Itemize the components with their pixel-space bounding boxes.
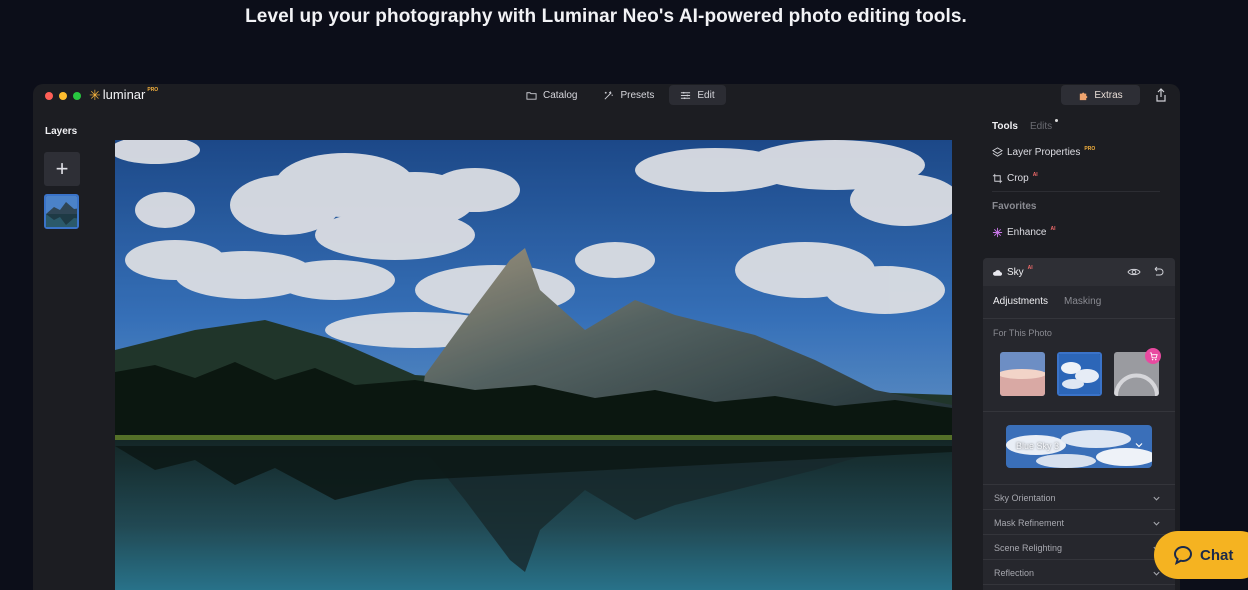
tool-crop[interactable]: Crop AI [992, 171, 1038, 184]
ai-badge: AI [1027, 265, 1033, 271]
sliders-icon [681, 91, 691, 99]
tool-layer-properties[interactable]: Layer Properties PRO [992, 145, 1096, 158]
close-dot[interactable] [45, 92, 53, 100]
tool-enhance-label: Enhance [1007, 227, 1047, 238]
eye-icon[interactable] [1127, 265, 1141, 279]
top-nav: Catalog Presets Edit [515, 85, 726, 105]
sky-option-blue-sky[interactable] [1057, 352, 1102, 396]
divider [983, 484, 1175, 485]
sky-select-dropdown[interactable]: Blue Sky 3 [1006, 425, 1152, 468]
sparkle-icon [992, 227, 1003, 238]
section-sky-orientation[interactable]: Sky Orientation [983, 486, 1175, 510]
section-mask-refinement-label: Mask Refinement [994, 518, 1065, 528]
nav-catalog[interactable]: Catalog [515, 85, 588, 105]
folder-icon [526, 91, 537, 100]
divider [983, 411, 1175, 412]
pro-badge: PRO [147, 86, 159, 93]
sky-subtabs: Adjustments Masking [983, 286, 1175, 307]
divider [983, 509, 1175, 510]
sky-option-sunset[interactable] [1000, 352, 1045, 396]
layer-thumbnail[interactable] [44, 194, 79, 229]
section-reflection[interactable]: Reflection [983, 561, 1175, 585]
tool-enhance[interactable]: Enhance AI [992, 225, 1056, 238]
section-sky-orientation-label: Sky Orientation [994, 493, 1056, 503]
ai-badge: AI [1050, 225, 1056, 232]
nav-edit[interactable]: Edit [669, 85, 726, 105]
section-scene-relighting-label: Scene Relighting [994, 543, 1063, 553]
extras-button[interactable]: Extras [1061, 85, 1140, 105]
brand-name: luminar [102, 87, 146, 102]
favorites-title: Favorites [992, 201, 1037, 212]
plus-icon: + [55, 156, 69, 181]
app-window: ✳ luminar PRO Catalog Presets Edit Extra… [33, 84, 1180, 590]
nav-presets[interactable]: Presets [592, 85, 665, 105]
tool-crop-label: Crop [1007, 173, 1029, 184]
sun-icon: ✳ [89, 86, 101, 103]
chevron-down-icon [1153, 521, 1160, 526]
sky-select-label: Blue Sky 3 [1016, 441, 1060, 451]
section-scene-relighting[interactable]: Scene Relighting [983, 536, 1175, 560]
sky-title: Sky [1007, 266, 1024, 278]
app-logo: ✳ luminar PRO [89, 86, 159, 103]
crop-icon [992, 173, 1003, 184]
tab-masking[interactable]: Masking [1064, 296, 1101, 307]
share-icon[interactable] [1154, 88, 1168, 102]
chevron-down-icon [1135, 443, 1143, 448]
extras-label: Extras [1094, 89, 1123, 101]
cart-icon[interactable] [1145, 348, 1161, 364]
chevron-down-icon [1153, 496, 1160, 501]
divider [983, 534, 1175, 535]
layers-icon [992, 147, 1003, 157]
sky-option-blue-sky-image [1059, 354, 1100, 394]
chat-button[interactable]: Chat [1154, 531, 1248, 579]
reset-icon[interactable] [1151, 265, 1165, 279]
zoom-dot[interactable] [73, 92, 81, 100]
layers-title: Layers [45, 126, 78, 137]
divider [983, 559, 1175, 560]
sky-option-sunset-image [1000, 352, 1045, 396]
tab-adjustments[interactable]: Adjustments [993, 296, 1048, 307]
section-reflection-label: Reflection [994, 568, 1035, 578]
divider [983, 584, 1175, 585]
puzzle-icon [1080, 92, 1088, 100]
chat-label: Chat [1200, 546, 1234, 564]
divider [992, 191, 1160, 192]
nav-edit-label: Edit [697, 89, 715, 101]
panel-tabs: Tools Edits [992, 119, 1059, 132]
sky-header[interactable]: Sky AI [983, 258, 1175, 286]
nav-presets-label: Presets [620, 89, 655, 101]
for-this-photo-label: For This Photo [993, 328, 1052, 338]
nav-catalog-label: Catalog [543, 89, 578, 101]
tab-edits[interactable]: Edits [1030, 119, 1059, 132]
presets-icon [604, 90, 614, 99]
divider [983, 318, 1175, 319]
ai-badge: AI [1032, 171, 1038, 178]
section-mask-refinement[interactable]: Mask Refinement [983, 511, 1175, 535]
tab-tools[interactable]: Tools [992, 121, 1018, 132]
window-controls[interactable] [45, 92, 81, 100]
cloud-icon [993, 269, 1003, 276]
minimize-dot[interactable] [59, 92, 67, 100]
add-layer-button[interactable]: + [44, 152, 80, 186]
headline: Level up your photography with Luminar N… [245, 6, 967, 27]
pro-badge: PRO [1084, 145, 1096, 152]
chat-bubble-icon [1173, 545, 1193, 565]
main-photo[interactable] [115, 140, 952, 590]
tool-layer-properties-label: Layer Properties [1007, 147, 1081, 158]
layer-thumbnail-image [46, 196, 77, 227]
sky-tool-panel: Sky AI Adjustments Masking For This Phot… [983, 258, 1175, 590]
